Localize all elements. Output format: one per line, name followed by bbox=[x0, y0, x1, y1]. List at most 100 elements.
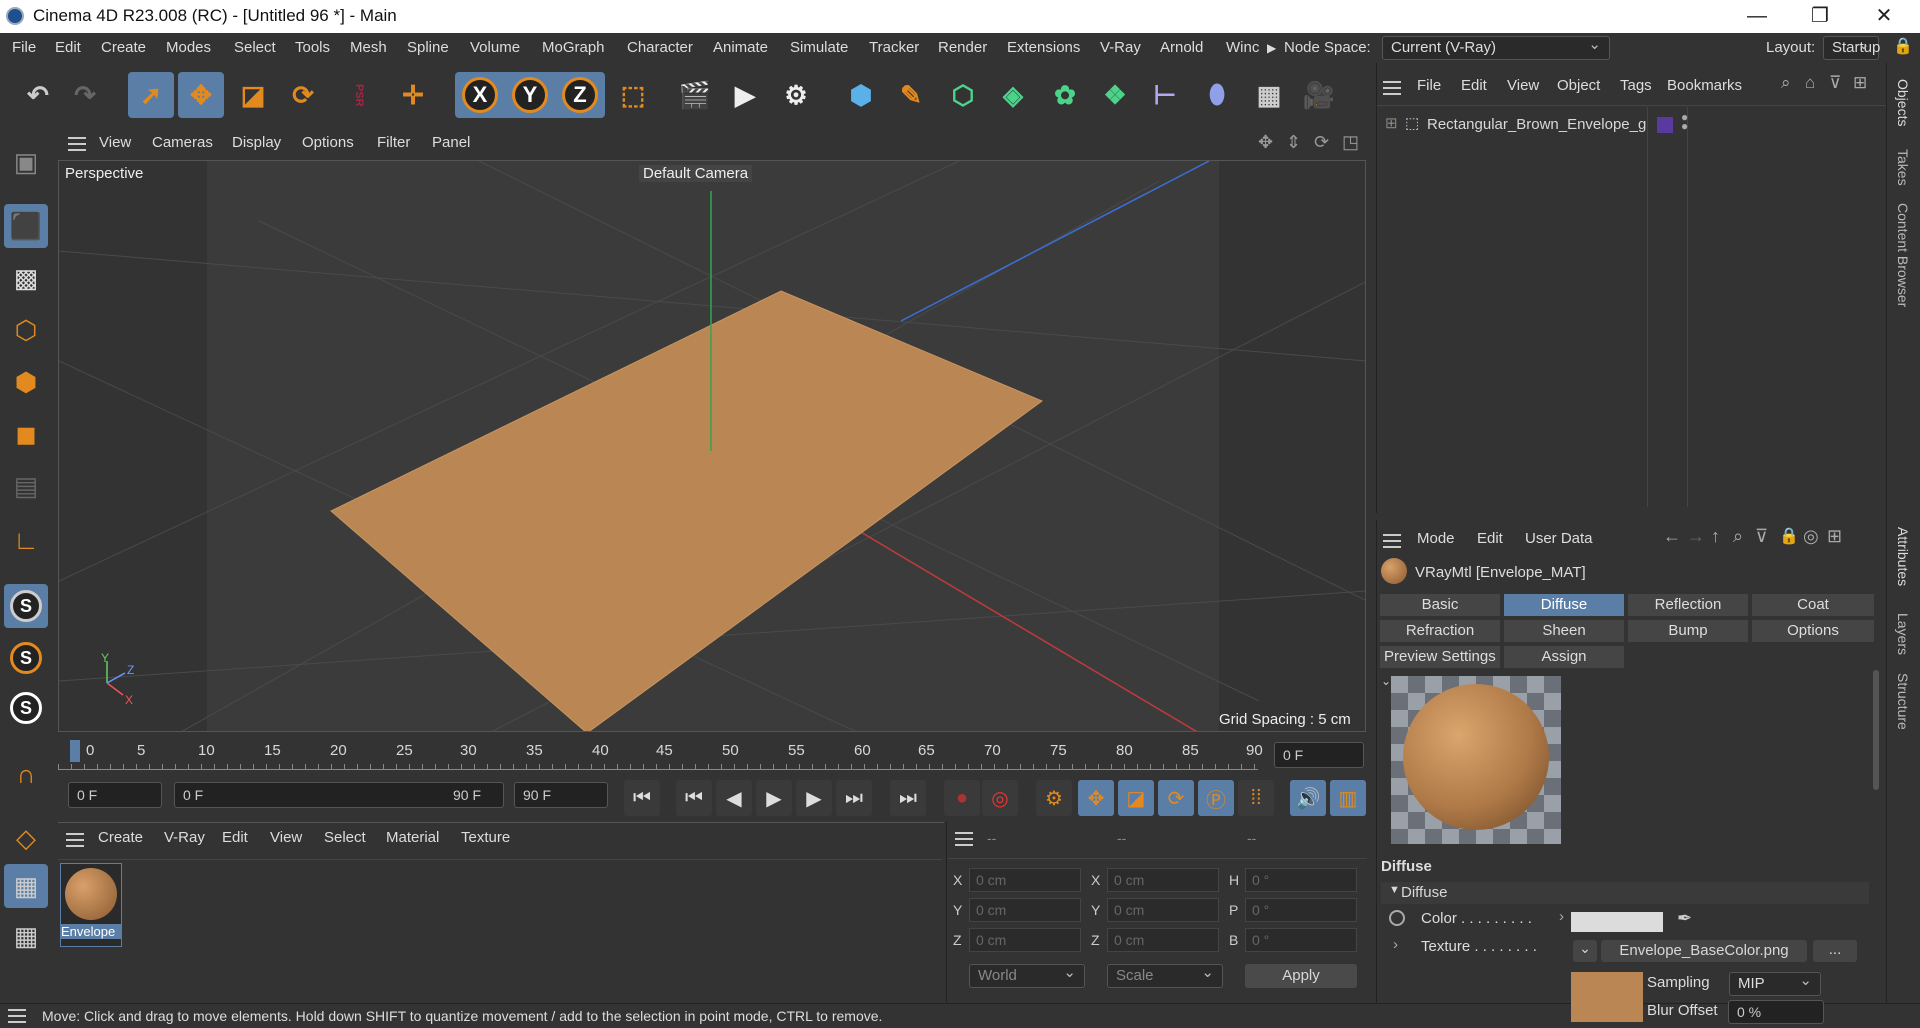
make-editable-icon[interactable]: ▣ bbox=[4, 140, 48, 184]
material-menu-select[interactable]: Select bbox=[324, 829, 366, 846]
locked-workplane-icon[interactable]: ▦ bbox=[4, 864, 48, 908]
attr-back-icon[interactable]: ← bbox=[1663, 526, 1681, 547]
snap-settings-icon[interactable]: S bbox=[4, 636, 48, 680]
attr-search-icon[interactable]: ⌕ bbox=[1733, 526, 1743, 547]
menu-file[interactable]: File bbox=[12, 39, 36, 56]
menu-mesh[interactable]: Mesh bbox=[350, 39, 387, 56]
size-x-field[interactable]: 0 cm bbox=[1107, 868, 1219, 892]
object-hamburger-icon[interactable] bbox=[1383, 81, 1401, 95]
eyedropper-icon[interactable]: ✒ bbox=[1677, 908, 1692, 929]
select-tool-icon[interactable]: ➚ bbox=[128, 72, 174, 118]
key-rotation-icon[interactable]: ⟳ bbox=[1158, 780, 1194, 816]
rot-b-field[interactable]: 0 ° bbox=[1245, 928, 1357, 952]
viewport-menu-panel[interactable]: Panel bbox=[432, 134, 470, 151]
tab-content-browser[interactable]: Content Browser bbox=[1895, 203, 1911, 307]
axis-y-button[interactable]: Y bbox=[512, 77, 548, 113]
render-picture-viewer-icon[interactable]: ▶ bbox=[722, 72, 768, 118]
go-to-end-icon[interactable]: ⏭ bbox=[890, 780, 926, 816]
material-menu-create[interactable]: Create bbox=[98, 829, 143, 846]
keyframe-selection-icon[interactable]: ⚙ bbox=[1036, 780, 1072, 816]
points-mode-icon[interactable]: ⬡ bbox=[4, 308, 48, 352]
tab-options[interactable]: Options bbox=[1751, 619, 1875, 643]
menu-create[interactable]: Create bbox=[101, 39, 146, 56]
next-frame-icon[interactable]: ▶ bbox=[796, 780, 832, 816]
tab-sheen[interactable]: Sheen bbox=[1503, 619, 1625, 643]
axis-z-button[interactable]: Z bbox=[562, 77, 598, 113]
move-tool-icon[interactable]: ✥ bbox=[178, 72, 224, 118]
material-menu-view[interactable]: View bbox=[270, 829, 302, 846]
tab-refraction[interactable]: Refraction bbox=[1379, 619, 1501, 643]
render-settings-icon[interactable]: ⚙ bbox=[773, 72, 819, 118]
sampling-dropdown[interactable]: MIP bbox=[1729, 971, 1821, 996]
tab-diffuse[interactable]: Diffuse bbox=[1503, 593, 1625, 617]
menu-tracker[interactable]: Tracker bbox=[869, 39, 919, 56]
size-y-field[interactable]: 0 cm bbox=[1107, 898, 1219, 922]
menu-character[interactable]: Character bbox=[627, 39, 693, 56]
viewport-maximize-icon[interactable]: ◳ bbox=[1342, 132, 1359, 153]
viewport-rotate-icon[interactable]: ⟳ bbox=[1314, 132, 1329, 153]
size-z-field[interactable]: 0 cm bbox=[1107, 928, 1219, 952]
rot-h-field[interactable]: 0 ° bbox=[1245, 868, 1357, 892]
diffuse-group-header[interactable]: ▼ Diffuse bbox=[1381, 882, 1869, 904]
status-hamburger-icon[interactable] bbox=[8, 1009, 26, 1023]
mograph-fracture-icon[interactable]: ❖ bbox=[1092, 72, 1138, 118]
object-name[interactable]: Rectangular_Brown_Envelope_g bbox=[1427, 116, 1647, 133]
menu-overflow-arrow-icon[interactable]: ▶ bbox=[1267, 41, 1276, 55]
object-menu-object[interactable]: Object bbox=[1557, 77, 1600, 94]
viewport-menu-view[interactable]: View bbox=[99, 134, 131, 151]
texture-more-button[interactable]: ... bbox=[1813, 940, 1857, 962]
timeline-playhead[interactable] bbox=[70, 740, 80, 762]
transform-tool-icon[interactable]: ✛ bbox=[390, 72, 436, 118]
snap-icon[interactable]: S bbox=[4, 584, 48, 628]
tab-objects[interactable]: Objects bbox=[1895, 79, 1911, 126]
menu-arnold[interactable]: Arnold bbox=[1160, 39, 1203, 56]
pos-x-field[interactable]: 0 cm bbox=[969, 868, 1081, 892]
layout-lock-icon[interactable]: 🔒 bbox=[1893, 36, 1913, 56]
play-icon[interactable]: ▶ bbox=[756, 780, 792, 816]
menu-animate[interactable]: Animate bbox=[713, 39, 768, 56]
attr-new-window-icon[interactable]: ⊞ bbox=[1827, 526, 1842, 547]
psr-lock-icon[interactable]: PSR bbox=[336, 72, 382, 118]
key-parameter-icon[interactable]: Ⓟ bbox=[1198, 780, 1234, 816]
menu-spline[interactable]: Spline bbox=[407, 39, 449, 56]
texture-thumbnail[interactable] bbox=[1571, 972, 1643, 1022]
viewport-zoom-icon[interactable]: ⇕ bbox=[1286, 132, 1301, 153]
end-frame-field[interactable]: 90 F bbox=[514, 782, 608, 808]
viewport-menu-filter[interactable]: Filter bbox=[377, 134, 410, 151]
record-active-icon[interactable]: ● bbox=[944, 780, 980, 816]
default-camera-label[interactable]: Default Camera bbox=[639, 165, 753, 182]
floor-object-icon[interactable]: ▦ bbox=[1246, 72, 1292, 118]
axis-x-button[interactable]: X bbox=[462, 77, 498, 113]
uv-mode-icon[interactable]: ▤ bbox=[4, 464, 48, 508]
model-mode-icon[interactable]: ⬛ bbox=[4, 204, 48, 248]
texture-expand-icon[interactable]: › bbox=[1393, 936, 1398, 953]
undo-icon[interactable]: ↶ bbox=[15, 72, 61, 118]
menu-modes[interactable]: Modes bbox=[166, 39, 211, 56]
camera-object-icon[interactable]: 🎥 bbox=[1296, 72, 1342, 118]
key-scale-icon[interactable]: ◪ bbox=[1118, 780, 1154, 816]
current-frame-field[interactable]: 0 F bbox=[1274, 742, 1364, 768]
workplane-axis-icon[interactable]: ∟ bbox=[4, 518, 48, 562]
menu-tools[interactable]: Tools bbox=[295, 39, 330, 56]
viewport-menu-cameras[interactable]: Cameras bbox=[152, 134, 213, 151]
object-menu-view[interactable]: View bbox=[1507, 77, 1539, 94]
object-new-window-icon[interactable]: ⊞ bbox=[1853, 73, 1867, 93]
3d-viewport[interactable]: Perspective Default Camera Grid Spacing … bbox=[58, 160, 1366, 732]
menu-window[interactable]: Winc bbox=[1226, 39, 1259, 56]
maximize-button[interactable]: ❐ bbox=[1803, 3, 1837, 29]
minimize-button[interactable]: — bbox=[1740, 3, 1774, 29]
coord-scale-dropdown[interactable]: Scale bbox=[1107, 963, 1223, 988]
cube-primitive-icon[interactable]: ⬢ bbox=[838, 72, 884, 118]
close-button[interactable]: ✕ bbox=[1867, 3, 1901, 29]
object-menu-file[interactable]: File bbox=[1417, 77, 1441, 94]
deformer-icon[interactable]: ⊢ bbox=[1142, 72, 1188, 118]
layout-dropdown[interactable]: Startup bbox=[1823, 35, 1880, 60]
attr-target-icon[interactable]: ◎ bbox=[1803, 526, 1819, 547]
object-menu-bookmarks[interactable]: Bookmarks bbox=[1667, 77, 1742, 94]
tab-assign[interactable]: Assign bbox=[1503, 645, 1625, 669]
texture-mode-icon[interactable]: ▩ bbox=[4, 256, 48, 300]
viewport-menu-options[interactable]: Options bbox=[302, 134, 354, 151]
previous-key-icon[interactable]: ⏮ bbox=[676, 780, 712, 816]
field-icon[interactable]: ⬮ bbox=[1194, 72, 1240, 118]
menu-extensions[interactable]: Extensions bbox=[1007, 39, 1080, 56]
